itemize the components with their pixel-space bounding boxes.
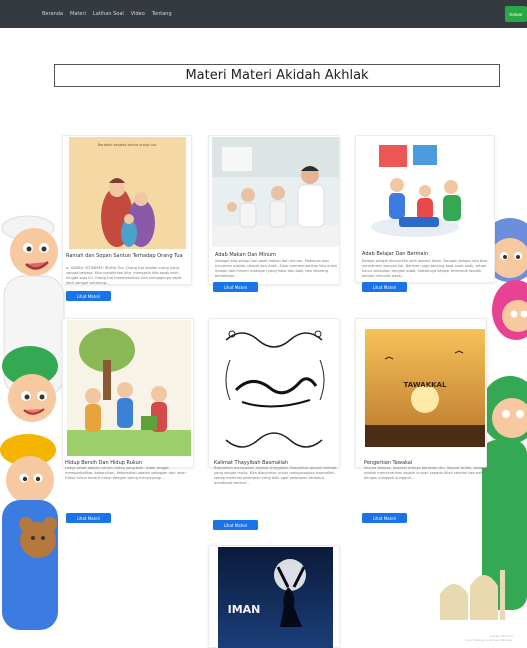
card-iman: IMAN <box>208 545 340 648</box>
nav-link-materi[interactable]: Materi <box>70 11 86 17</box>
card-image: TAWAKKAL <box>365 329 485 447</box>
lihat-materi-button[interactable]: Lihat Materi <box>213 520 258 530</box>
page-title: Materi Materi Akidah Akhlak <box>54 64 500 87</box>
image-caption: Berbakti kepada kedua orang tua <box>98 143 157 147</box>
lihat-materi-button[interactable]: Lihat Materi <box>66 513 111 523</box>
lihat-materi-button[interactable]: Lihat Materi <box>213 282 258 292</box>
nav-link-latihan-soal[interactable]: Latihan Soal <box>93 11 124 17</box>
family-illustration-icon: Berbakti kepada kedua orang tua <box>69 137 186 249</box>
card-text: Sebagai kita setiap hari pasti makan dan… <box>215 259 338 278</box>
card-text: Hidup sehat adalah cermin hidup yang bai… <box>65 466 187 480</box>
bismillah-calligraphy-icon <box>212 320 338 456</box>
card-image <box>359 137 493 247</box>
activation-watermark: Activate Windows Go to Settings to activ… <box>466 634 513 642</box>
children-cleaning-illustration-icon <box>67 320 191 456</box>
image-caption: IMAN <box>228 603 261 616</box>
tawakkal-sunset-photo-icon: TAWAKKAL <box>365 329 485 447</box>
card-adab-belajar-bermain: Adab Belajar Dan Bermain Belajar sangat … <box>355 135 495 283</box>
card-title: Ramah dan Sopan Santun Terhadap Orang Tu… <box>66 253 183 259</box>
nav-link-beranda[interactable]: Beranda <box>42 11 63 17</box>
iman-praying-silhouette-icon: IMAN <box>218 547 333 648</box>
nav-link-video[interactable]: Video <box>131 11 145 17</box>
card-pengertian-tawakal: TAWAKKAL Pengertian Tawakal Secara bahas… <box>355 318 487 480</box>
card-image <box>67 320 191 456</box>
logout-button[interactable]: Keluar <box>505 6 527 22</box>
family-gathering-illustration-icon <box>359 137 493 247</box>
lihat-materi-button[interactable]: Lihat Materi <box>66 291 111 301</box>
card-image <box>212 320 338 456</box>
lihat-materi-button[interactable]: Lihat Materi <box>362 513 407 523</box>
card-kalimat-thayyibah: Kalimat Thayyibah Basmallah Basmallah me… <box>208 318 340 485</box>
watermark-line-2: Go to Settings to activate Windows. <box>465 638 513 642</box>
card-title: Adab Belajar Dan Bermain <box>362 251 429 257</box>
card-image: Berbakti kepada kedua orang tua <box>69 137 186 249</box>
card-text: Basmallah merupakan kalimat thayyibah. B… <box>214 466 337 485</box>
mosque-decoration-icon <box>440 570 505 620</box>
boy-cartoon-left-icon <box>0 215 65 630</box>
card-image: IMAN <box>218 547 333 648</box>
card-adab-makan-minum: Adab Makan Dan Minum Sebagai kita setiap… <box>208 135 340 285</box>
card-text: Belajar sangat dianjurkan oleh agama Isl… <box>362 259 488 278</box>
card-text: a. ADABU 'ISTIMEMA' IBUNA Tua. Orang tua… <box>66 266 182 285</box>
card-ramah-sopan-santun: Berbakti kepada kedua orang tua Ramah da… <box>62 135 192 285</box>
nav-link-tentang[interactable]: Tentang <box>152 11 172 17</box>
navbar: Beranda Materi Latihan Soal Video Tentan… <box>0 0 527 28</box>
card-title: Adab Makan Dan Minum <box>215 252 276 258</box>
image-caption: TAWAKKAL <box>404 381 447 389</box>
lihat-materi-button[interactable]: Lihat Materi <box>362 282 407 292</box>
family-praying-photo-icon <box>212 137 339 247</box>
card-text: Secara bahasa, tawakal artinya berserah … <box>364 466 488 480</box>
card-image <box>212 137 339 247</box>
card-hidup-bersih-rukun: Hidup Bersih Dan Hidup Rukun Hidup sehat… <box>62 318 194 480</box>
